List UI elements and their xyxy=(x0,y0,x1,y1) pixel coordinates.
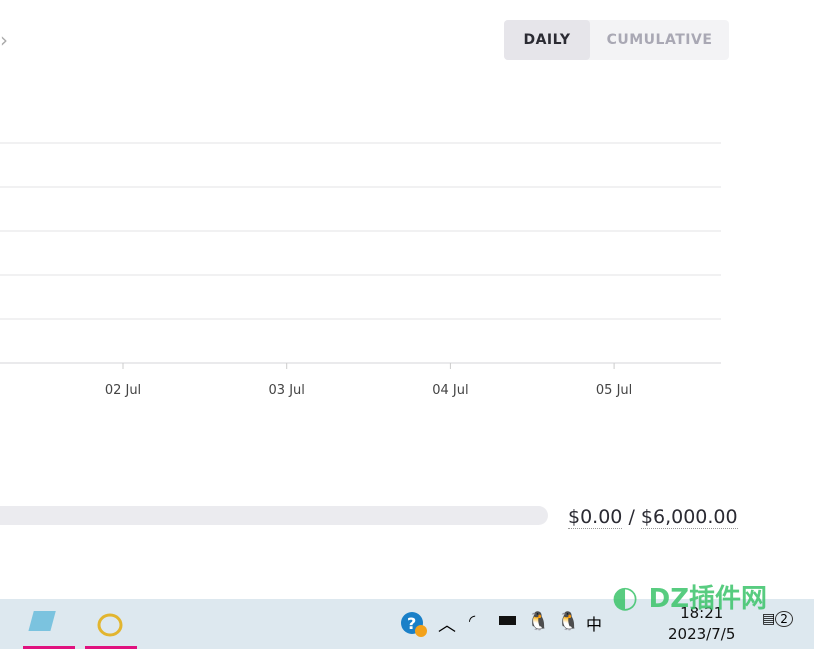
help-icon[interactable]: ? xyxy=(401,611,427,642)
limit-amount[interactable]: $6,000.00 xyxy=(640,506,738,529)
qq-icon-2[interactable]: 🐧 xyxy=(557,611,579,632)
svg-text:?: ? xyxy=(407,614,416,633)
taskbar-navicat[interactable] xyxy=(85,599,137,649)
chevron-up-icon[interactable]: ︿ xyxy=(438,611,456,637)
x-tick-label: 04 Jul xyxy=(432,383,468,398)
x-tick-label: 02 Jul xyxy=(105,383,141,398)
taskbar-notepad[interactable] xyxy=(23,599,75,649)
separator: / xyxy=(622,506,641,528)
cumulative-tab[interactable]: CUMULATIVE xyxy=(590,20,729,60)
budget-text: $0.00 / $6,000.00 xyxy=(568,506,738,529)
watermark-logo: ◐ DZ插件网 xyxy=(612,580,768,615)
usage-chart: 02 Jul 03 Jul 04 Jul 05 Jul xyxy=(0,142,721,398)
chevron-right-icon[interactable]: › xyxy=(0,28,8,52)
spent-amount[interactable]: $0.00 xyxy=(568,506,623,529)
ime-indicator[interactable]: 中 xyxy=(586,611,602,635)
view-toggle: DAILY CUMULATIVE xyxy=(504,20,729,60)
qq-icon[interactable]: 🐧 xyxy=(527,611,549,632)
wifi-icon[interactable]: ◜ xyxy=(469,611,475,630)
x-tick-label: 03 Jul xyxy=(269,383,305,398)
budget-progress-bar xyxy=(0,506,548,525)
notification-count: 2 xyxy=(775,611,793,627)
date: 2023/7/5 xyxy=(668,625,736,643)
x-tick-label: 05 Jul xyxy=(596,383,632,398)
battery-icon[interactable] xyxy=(497,611,519,636)
daily-tab[interactable]: DAILY xyxy=(504,20,590,60)
